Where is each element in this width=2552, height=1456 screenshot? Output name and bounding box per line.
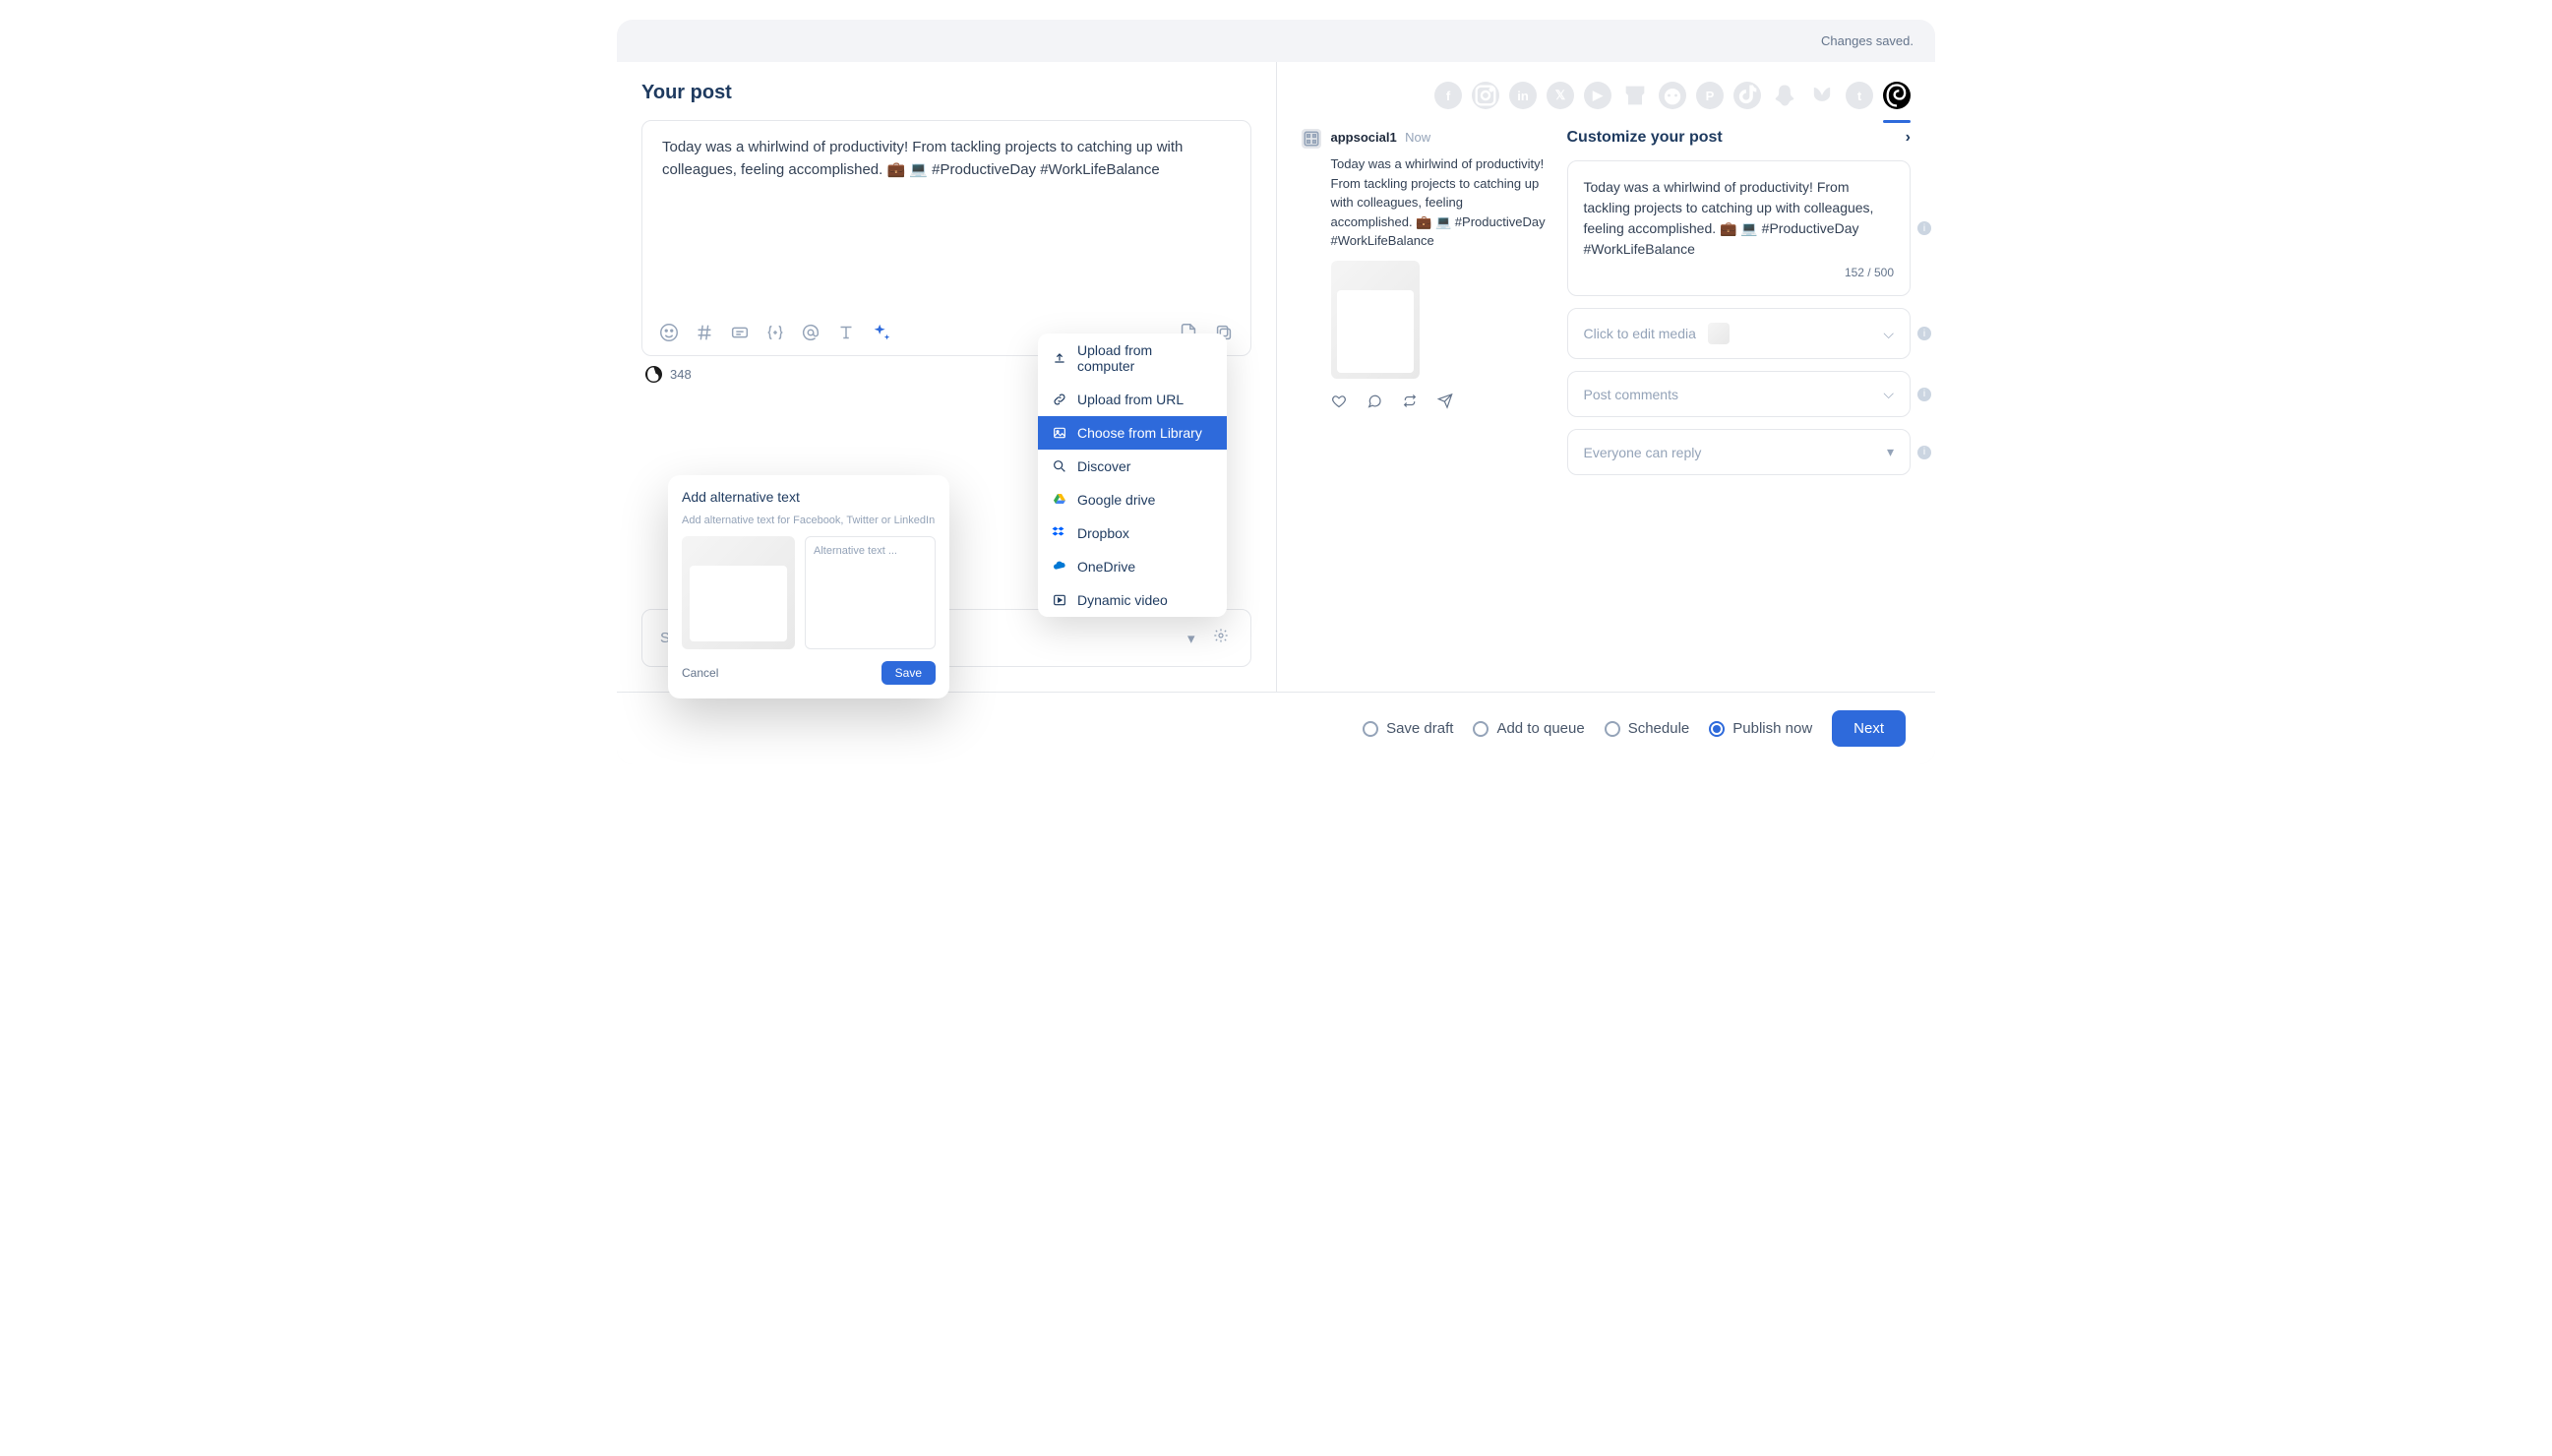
x-twitter-icon[interactable]: 𝕏 [1547,82,1574,109]
quote-icon[interactable] [729,322,751,343]
bluesky-icon[interactable] [1808,82,1836,109]
facebook-icon[interactable]: f [1434,82,1462,109]
tumblr-icon[interactable]: t [1846,82,1873,109]
customize-header[interactable]: Customize your post › [1567,129,1912,147]
upload-icon [1052,350,1067,366]
info-icon[interactable]: i [1917,446,1931,459]
chevron-down-icon: ⌵ [1883,386,1894,402]
preview-image [1331,261,1420,379]
alt-cancel-button[interactable]: Cancel [682,666,718,680]
instagram-icon[interactable] [1472,82,1499,109]
post-content[interactable]: Today was a whirlwind of productivity! F… [642,121,1250,197]
chevron-right-icon: › [1906,129,1911,147]
upload-from-url[interactable]: Upload from URL [1038,383,1227,416]
alt-thumbnail [682,536,795,649]
video-icon [1052,592,1067,608]
image-icon [1052,425,1067,441]
tiktok-icon[interactable] [1733,82,1761,109]
char-count: 348 [670,367,692,382]
post-preview: appsocial1 Now Today was a whirlwind of … [1302,129,1548,487]
alt-dialog-title: Add alternative text [682,489,936,505]
your-post-title: Your post [641,82,1251,104]
status-saved: Changes saved. [617,20,1935,62]
comment-icon[interactable] [1367,391,1382,411]
media-thumb [1708,323,1730,344]
repost-icon[interactable] [1402,391,1418,411]
customize-char-counter: 152 / 500 [1584,266,1895,279]
publish-footer: Save draft Add to queue Schedule Publish… [617,692,1935,764]
pinterest-icon[interactable]: P [1696,82,1724,109]
gdrive-icon [1052,492,1067,508]
chevron-down-icon: ⌵ [1883,326,1894,342]
publish-now-option[interactable]: Publish now [1709,720,1812,737]
preview-time: Now [1405,130,1430,145]
caret-down-icon: ▾ [1887,444,1894,460]
customize-text-box[interactable]: Today was a whirlwind of productivity! F… [1567,160,1912,296]
add-to-queue-option[interactable]: Add to queue [1473,720,1584,737]
alt-save-button[interactable]: Save [881,661,936,685]
preview-actions [1331,391,1548,411]
ai-assist-icon[interactable] [871,322,892,343]
social-network-tabs: f in 𝕏 ▶ P t [1302,82,1912,109]
info-icon[interactable]: i [1917,221,1931,235]
choose-from-library[interactable]: Choose from Library [1038,416,1227,450]
customize-text[interactable]: Today was a whirlwind of productivity! F… [1584,177,1895,260]
alt-dialog-hint: Add alternative text for Facebook, Twitt… [682,515,936,526]
reddit-icon[interactable] [1659,82,1686,109]
dropbox-icon [1052,525,1067,541]
gmb-icon[interactable] [1621,82,1649,109]
info-icon[interactable]: i [1917,388,1931,401]
linkedin-icon[interactable]: in [1509,82,1537,109]
threads-icon[interactable] [1883,82,1911,109]
dynamic-video[interactable]: Dynamic video [1038,583,1227,617]
youtube-icon[interactable]: ▶ [1584,82,1611,109]
edit-media-row[interactable]: Click to edit media ⌵ i [1567,308,1912,359]
onedrive-icon [1052,559,1067,575]
onedrive[interactable]: OneDrive [1038,550,1227,583]
save-draft-option[interactable]: Save draft [1363,720,1453,737]
preview-text: Today was a whirlwind of productivity! F… [1331,154,1548,251]
preview-avatar-icon [1302,129,1321,149]
text-format-icon[interactable] [835,322,857,343]
google-drive[interactable]: Google drive [1038,483,1227,516]
schedule-option[interactable]: Schedule [1605,720,1690,737]
post-editor[interactable]: Today was a whirlwind of productivity! F… [641,120,1251,356]
search-icon [1052,458,1067,474]
link-icon [1052,392,1067,407]
like-icon[interactable] [1331,391,1347,411]
hashtag-icon[interactable] [694,322,715,343]
upload-source-menu: Upload from computer Upload from URL Cho… [1038,334,1227,617]
upload-from-computer[interactable]: Upload from computer [1038,334,1227,383]
next-button[interactable]: Next [1832,710,1906,747]
alt-text-dialog: Add alternative text Add alternative tex… [668,475,949,698]
mention-icon[interactable] [800,322,821,343]
info-icon[interactable]: i [1917,327,1931,340]
chevron-down-icon: ▾ [1187,630,1195,647]
threads-badge-icon [645,366,662,383]
post-comments-row[interactable]: Post comments ⌵ i [1567,371,1912,417]
variable-icon[interactable] [764,322,786,343]
emoji-icon[interactable] [658,322,680,343]
alt-text-input[interactable]: Alternative text ... [805,536,936,649]
discover[interactable]: Discover [1038,450,1227,483]
reply-settings-row[interactable]: Everyone can reply ▾ i [1567,429,1912,475]
labels-settings-icon[interactable] [1209,624,1233,652]
preview-username: appsocial1 [1331,130,1397,145]
dropbox[interactable]: Dropbox [1038,516,1227,550]
share-icon[interactable] [1437,391,1453,411]
snapchat-icon[interactable] [1771,82,1798,109]
